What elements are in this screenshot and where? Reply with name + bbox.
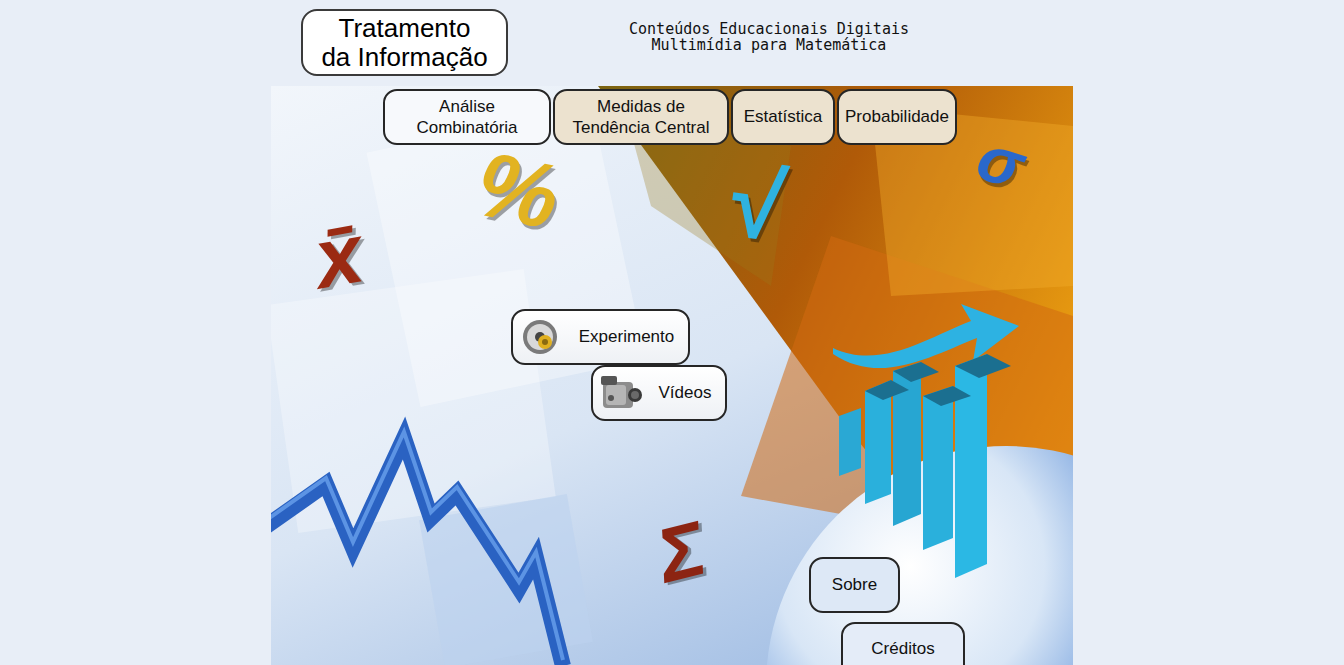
math-symbol: Σ — [650, 510, 712, 595]
math-symbol: σ — [970, 123, 1032, 199]
disc-icon — [517, 314, 563, 360]
footer-button[interactable]: Sobre — [809, 557, 900, 613]
nav-tab-label: Análise — [439, 96, 495, 117]
video-button[interactable]: Vídeos — [591, 365, 727, 421]
nav-tab[interactable]: Estatística — [731, 89, 835, 145]
math-symbol: x̄ — [308, 211, 369, 302]
title-line: Tratamento — [339, 14, 471, 43]
app-title[interactable]: Tratamentoda Informação — [301, 9, 508, 76]
nav-tab-label: Combinatória — [416, 117, 517, 138]
footer-button-label: Sobre — [832, 572, 877, 598]
header: Tratamentoda Informação Conteúdos Educac… — [271, 0, 1073, 86]
footer-button[interactable]: Créditos — [841, 622, 965, 665]
experiment-button[interactable]: Experimento — [511, 309, 690, 365]
subtitle-line: Multimídia para Matemática — [619, 37, 919, 53]
nav-tab-label: Estatística — [744, 106, 822, 127]
action-label: Experimento — [573, 324, 680, 350]
nav-tab-label: Probabilidade — [845, 106, 949, 127]
camcorder-icon — [597, 370, 643, 416]
subtitle-line: Conteúdos Educacionais Digitais — [619, 21, 919, 37]
nav-tab[interactable]: AnáliseCombinatória — [383, 89, 551, 145]
footer-button-label: Créditos — [871, 636, 934, 662]
nav-tab-label: Medidas de — [597, 96, 685, 117]
title-line: da Informação — [321, 43, 487, 72]
nav-tab[interactable]: Probabilidade — [837, 89, 957, 145]
action-label: Vídeos — [653, 380, 717, 406]
math-symbol: √ — [720, 153, 786, 255]
nav-tab-label: Tendência Central — [572, 117, 709, 138]
illustration: %x̄√σΣ AnáliseCombinatóriaMedidas deTend… — [271, 86, 1073, 665]
math-symbol: % — [468, 137, 567, 244]
nav-tab[interactable]: Medidas deTendência Central — [553, 89, 729, 145]
top-nav: AnáliseCombinatóriaMedidas deTendência C… — [383, 89, 957, 145]
subtitle: Conteúdos Educacionais DigitaisMultimídi… — [619, 21, 919, 53]
